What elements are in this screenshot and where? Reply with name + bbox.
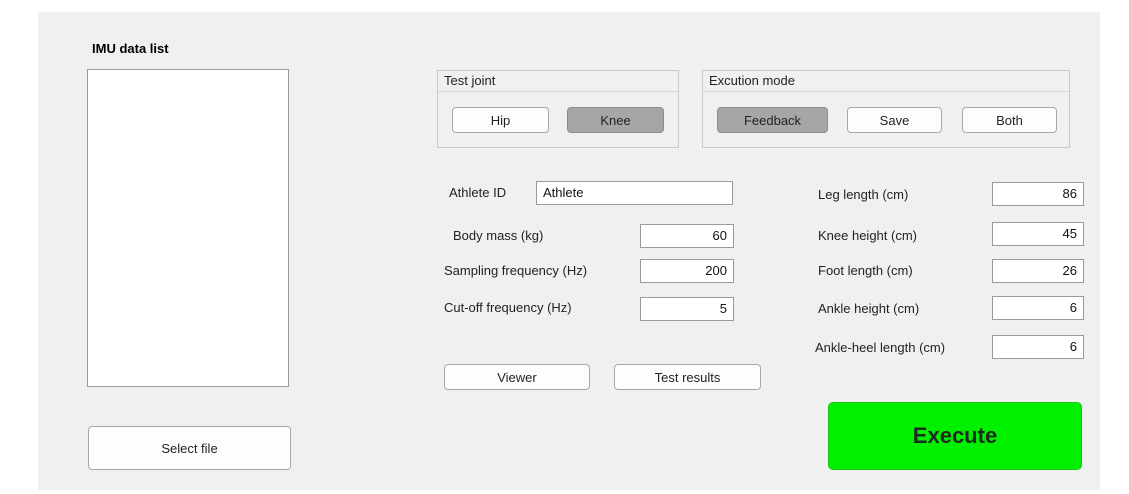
save-button[interactable]: Save — [847, 107, 942, 133]
imu-list-title: IMU data list — [92, 41, 169, 56]
cutoff-frequency-field[interactable]: 5 — [640, 297, 734, 321]
viewer-button[interactable]: Viewer — [444, 364, 590, 390]
hip-button[interactable]: Hip — [452, 107, 549, 133]
execution-mode-title: Excution mode — [703, 71, 1069, 92]
foot-length-field[interactable]: 26 — [992, 259, 1084, 283]
ankle-heel-length-label: Ankle-heel length (cm) — [815, 340, 946, 355]
body-mass-label: Body mass (kg) — [453, 228, 544, 243]
sampling-frequency-field[interactable]: 200 — [640, 259, 734, 283]
execute-button[interactable]: Execute — [828, 402, 1082, 470]
athlete-id-field[interactable]: Athlete — [536, 181, 733, 205]
leg-length-field[interactable]: 86 — [992, 182, 1084, 206]
both-button[interactable]: Both — [962, 107, 1057, 133]
ankle-heel-length-field[interactable]: 6 — [992, 335, 1084, 359]
test-results-button[interactable]: Test results — [614, 364, 761, 390]
athlete-id-label: Athlete ID — [449, 185, 507, 200]
feedback-button[interactable]: Feedback — [717, 107, 828, 133]
sampling-frequency-label: Sampling frequency (Hz) — [444, 263, 588, 278]
knee-height-label: Knee height (cm) — [818, 228, 917, 243]
knee-height-field[interactable]: 45 — [992, 222, 1084, 246]
ankle-height-label: Ankle height (cm) — [818, 301, 920, 316]
ankle-height-field[interactable]: 6 — [992, 296, 1084, 320]
body-mass-field[interactable]: 60 — [640, 224, 734, 248]
test-joint-title: Test joint — [438, 71, 678, 92]
foot-length-label: Foot length (cm) — [818, 263, 913, 278]
cutoff-frequency-label: Cut-off frequency (Hz) — [444, 300, 572, 315]
knee-button[interactable]: Knee — [567, 107, 664, 133]
select-file-button[interactable]: Select file — [88, 426, 291, 470]
imu-data-listbox[interactable] — [87, 69, 289, 387]
leg-length-label: Leg length (cm) — [818, 187, 909, 202]
